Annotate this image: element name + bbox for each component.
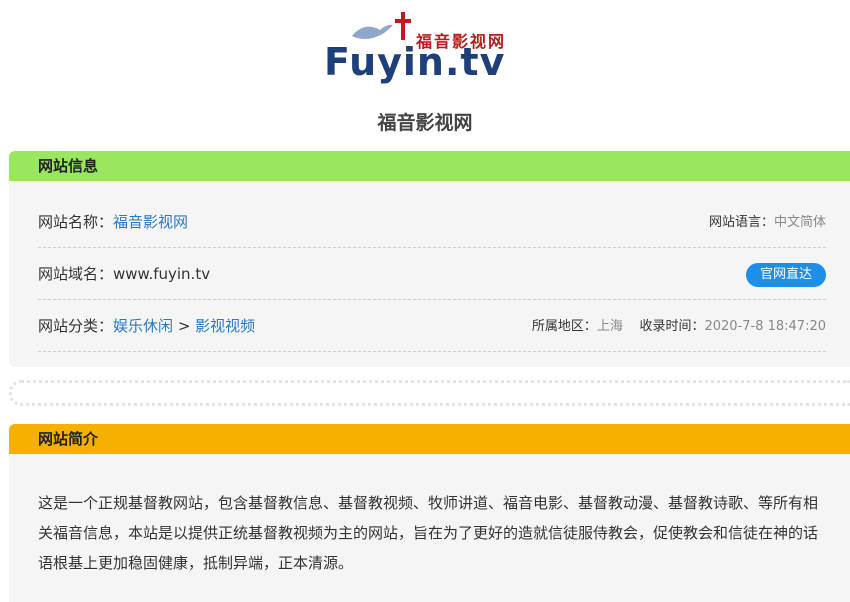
site-intro-panel: 网站简介 这是一个正规基督教网站，包含基督教信息、基督教视频、牧师讲道、福音电影… [9, 424, 850, 602]
category-main-link[interactable]: 娱乐休闲 [113, 317, 173, 335]
site-info-heading: 网站信息 [9, 151, 850, 181]
site-category-field: 网站分类：娱乐休闲 > 影视视频 [38, 315, 255, 336]
site-category-row: 网站分类：娱乐休闲 > 影视视频 所属地区：上海 收录时间：2020-7-8 1… [38, 299, 826, 352]
time-value: 2020-7-8 18:47:20 [704, 319, 826, 334]
site-domain-value: www.fuyin.tv [113, 265, 211, 283]
site-language: 网站语言：中文简体 [709, 211, 826, 230]
site-domain-label: 网站域名： [38, 265, 114, 283]
time-label: 收录时间： [639, 319, 705, 334]
site-meta: 所属地区：上海 收录时间：2020-7-8 18:47:20 [532, 315, 826, 334]
page-title: 福音影视网 [377, 112, 473, 134]
site-language-value: 中文简体 [773, 215, 826, 230]
logo-english-text: Fuyin.tv [324, 40, 506, 84]
visit-site-button[interactable]: 官网直达 [745, 263, 826, 287]
site-intro-heading: 网站简介 [9, 424, 850, 454]
site-logo[interactable]: 福音影视网 Fuyin.tv [322, 10, 552, 84]
site-language-label: 网站语言： [708, 215, 774, 230]
region-label: 所属地区： [531, 319, 597, 334]
ad-placeholder [9, 380, 850, 406]
breadcrumb-separator: > [177, 317, 191, 335]
cross-icon [395, 12, 411, 40]
site-category-label: 网站分类： [38, 317, 114, 335]
site-info-panel: 网站信息 网站名称：福音影视网 网站语言：中文简体 网站域名：www.fuyin… [9, 151, 850, 367]
category-sub-link[interactable]: 影视视频 [195, 317, 255, 335]
site-name-label: 网站名称： [38, 213, 114, 231]
site-domain-field: 网站域名：www.fuyin.tv [38, 263, 210, 284]
site-intro-text: 这是一个正规基督教网站，包含基督教信息、基督教视频、牧师讲道、福音电影、基督教动… [38, 494, 819, 572]
site-name-row: 网站名称：福音影视网 网站语言：中文简体 [38, 195, 826, 248]
region-value: 上海 [596, 319, 623, 334]
site-name-field: 网站名称：福音影视网 [38, 211, 188, 232]
site-name-link[interactable]: 福音影视网 [113, 213, 188, 231]
site-domain-row: 网站域名：www.fuyin.tv 官网直达 [38, 247, 826, 300]
